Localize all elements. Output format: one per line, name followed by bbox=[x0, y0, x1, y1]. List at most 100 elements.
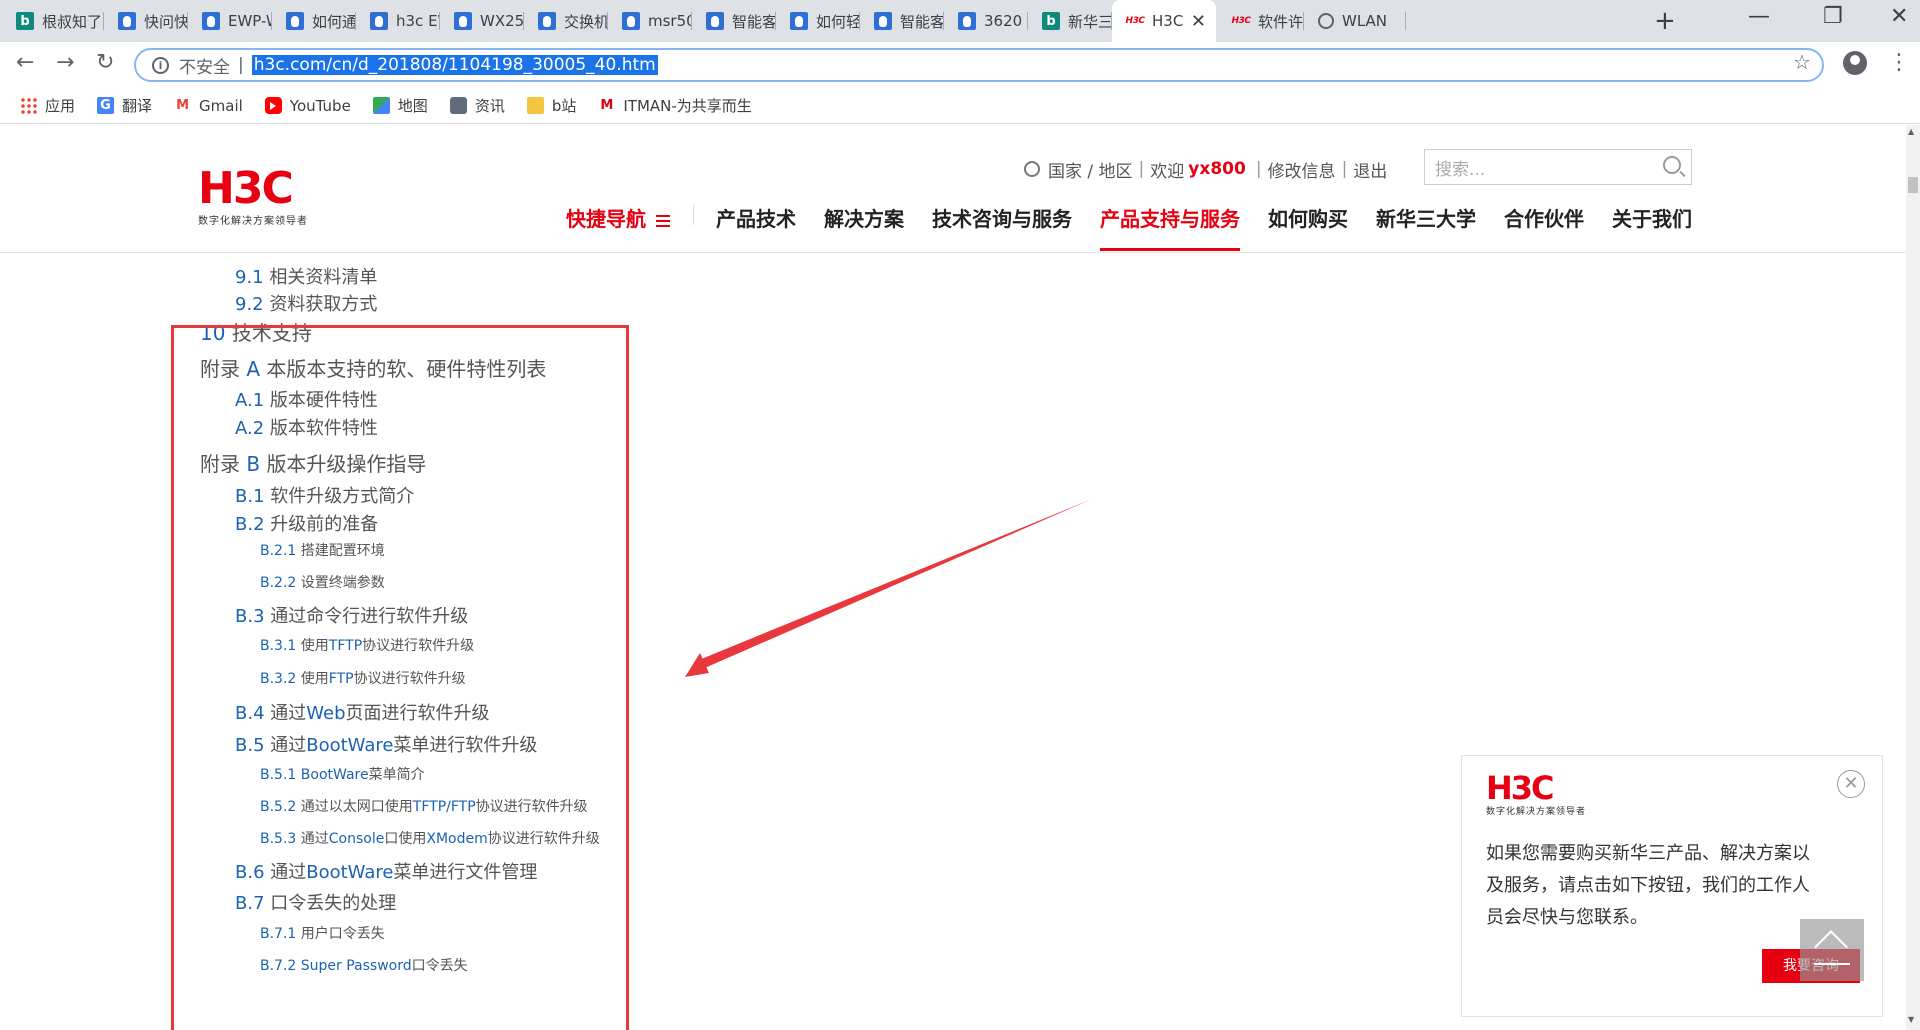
nav-item[interactable]: 产品支持与服务 bbox=[1100, 197, 1240, 251]
browser-tab[interactable]: H3C H3C ✕ bbox=[1112, 0, 1216, 42]
h3c-logo[interactable]: H3C 数字化解决方案领导者 bbox=[198, 163, 308, 228]
browser-tab[interactable]: msr50- bbox=[608, 0, 692, 42]
bookmark-label: 资讯 bbox=[474, 97, 505, 115]
account-avatar[interactable] bbox=[1843, 51, 1867, 75]
tab-title: 软件许可 bbox=[1258, 12, 1304, 31]
bookmark-item[interactable]: 资讯 bbox=[449, 95, 505, 116]
bookmark-label: YouTube bbox=[289, 96, 351, 115]
reload-button[interactable]: ↻ bbox=[96, 50, 114, 75]
nav-item[interactable]: 如何购买 bbox=[1268, 197, 1348, 251]
utility-divider: | bbox=[1138, 159, 1145, 179]
bookmark-item[interactable]: b站 bbox=[526, 95, 576, 116]
zhihu-icon bbox=[370, 12, 388, 30]
zhihu-icon bbox=[538, 12, 556, 30]
bookmark-label: 翻译 bbox=[122, 97, 153, 115]
nav-item[interactable]: 合作伙伴 bbox=[1504, 197, 1584, 251]
promo-close-icon[interactable]: ✕ bbox=[1837, 770, 1865, 798]
folder-icon bbox=[526, 97, 544, 114]
browser-tab[interactable]: 如何轻 bbox=[776, 0, 860, 42]
browser-tab[interactable]: WX254 bbox=[440, 0, 524, 42]
logo-mark: H3C bbox=[198, 163, 294, 214]
browser-tab[interactable]: H3C 软件许可 bbox=[1218, 0, 1304, 42]
nav-item-label: 关于我们 bbox=[1612, 207, 1692, 231]
scroll-down-icon[interactable]: ▼ bbox=[1908, 1015, 1914, 1024]
toc-number: 9.1 bbox=[235, 267, 270, 288]
tab-title: 如何轻 bbox=[816, 12, 860, 31]
address-bar[interactable]: i 不安全 | h3c.com/cn/d_201808/1104198_3000… bbox=[134, 48, 1824, 82]
tab-title: 智能客服 bbox=[900, 12, 944, 31]
address-separator: | bbox=[238, 55, 244, 75]
new-tab-button[interactable]: + bbox=[1654, 6, 1676, 36]
nav-item[interactable]: 新华三大学 bbox=[1376, 197, 1476, 251]
bookmark-item[interactable]: M ITMAN-为共享而生 bbox=[598, 95, 751, 116]
promo-logo-tagline: 数字化解决方案领导者 bbox=[1486, 807, 1587, 817]
quick-nav-menu[interactable]: 快捷导航 bbox=[566, 197, 694, 251]
tab-title: 智能客服 bbox=[732, 12, 776, 31]
menu-icon bbox=[656, 214, 670, 227]
browser-tab[interactable]: WLAN bbox=[1304, 0, 1406, 42]
bing-icon: b bbox=[16, 12, 34, 30]
url-text[interactable]: h3c.com/cn/d_201808/1104198_30005_40.htm bbox=[251, 55, 658, 75]
scroll-up-icon[interactable]: ▲ bbox=[1908, 127, 1914, 136]
bookmark-item[interactable]: M Gmail bbox=[174, 97, 243, 115]
tab-close-icon[interactable]: ✕ bbox=[1191, 11, 1206, 32]
nav-item-label: 技术咨询与服务 bbox=[932, 207, 1072, 231]
nav-item[interactable]: 解决方案 bbox=[824, 197, 904, 251]
security-label: 不安全 bbox=[179, 57, 230, 78]
browser-tab[interactable]: h3c EW bbox=[356, 0, 440, 42]
bookmark-label: 应用 bbox=[45, 97, 76, 115]
browser-tab[interactable]: 快问快答 bbox=[104, 0, 188, 42]
nav-item[interactable]: 产品技术 bbox=[716, 197, 796, 251]
tab-title: h3c EW bbox=[396, 12, 440, 30]
nav-item-label: 如何购买 bbox=[1268, 207, 1348, 231]
tab-title: 3620 v bbox=[984, 12, 1028, 30]
search-icon[interactable] bbox=[1663, 156, 1681, 174]
browser-tab[interactable]: 交换机 bbox=[524, 0, 608, 42]
h3c-icon: H3C bbox=[1125, 16, 1145, 26]
toc-link[interactable]: 9.2 资料获取方式 bbox=[235, 290, 377, 316]
browser-menu-icon[interactable]: ⋮ bbox=[1888, 50, 1910, 75]
news-icon bbox=[449, 97, 467, 114]
zhihu-icon bbox=[706, 12, 724, 30]
zhihu-icon bbox=[874, 12, 892, 30]
main-nav: 快捷导航 产品技术 解决方案 技术咨询与服务 产品支持与服务 如何购买 新华三大学 合作伙伴 关… bbox=[566, 197, 1720, 251]
browser-tab[interactable]: 如何通过 bbox=[272, 0, 356, 42]
bookmarks-bar: 应用 G 翻译 M Gmail YouTube 地图 资讯 b站 M ITMAN-为共享而生 bbox=[0, 88, 1920, 124]
browser-tab[interactable]: 3620 v bbox=[944, 0, 1028, 42]
back-button[interactable]: ← bbox=[16, 50, 34, 75]
tab-title: 新华三 bbox=[1068, 12, 1112, 31]
browser-tab[interactable]: 智能客服 bbox=[860, 0, 944, 42]
bookmark-item[interactable]: YouTube bbox=[264, 96, 351, 115]
scrollbar-thumb[interactable] bbox=[1908, 177, 1918, 193]
nav-item[interactable]: 技术咨询与服务 bbox=[932, 197, 1072, 251]
tab-title: EWP-W bbox=[228, 12, 272, 30]
page-scrollbar[interactable]: ▲ ▼ bbox=[1906, 125, 1920, 1030]
bookmark-item[interactable]: G 翻译 bbox=[97, 95, 152, 116]
back-to-top-button[interactable] bbox=[1800, 919, 1864, 981]
zhihu-icon bbox=[454, 12, 472, 30]
bookmark-item[interactable]: 地图 bbox=[372, 95, 428, 116]
logout-link[interactable]: 退出 bbox=[1353, 157, 1387, 182]
forward-button[interactable]: → bbox=[56, 50, 74, 75]
browser-toolbar: ← → ↻ i 不安全 | h3c.com/cn/d_201808/110419… bbox=[0, 42, 1920, 88]
site-search-input[interactable]: 搜索... bbox=[1424, 149, 1692, 185]
welcome-text: 欢迎 bbox=[1150, 161, 1185, 182]
browser-tab[interactable]: EWP-W bbox=[188, 0, 272, 42]
minimize-button[interactable]: — bbox=[1748, 4, 1770, 29]
browser-tab[interactable]: b 根叔知了 bbox=[2, 0, 104, 42]
maximize-button[interactable]: ❐ bbox=[1823, 4, 1843, 29]
site-info-icon[interactable]: i bbox=[152, 56, 169, 74]
region-link[interactable]: 国家 / 地区 bbox=[1048, 157, 1133, 182]
toc-number: 9.2 bbox=[235, 294, 270, 315]
promo-logo: H3C 数字化解决方案领导者 bbox=[1486, 772, 1586, 817]
username-link[interactable]: yx800 bbox=[1188, 159, 1246, 179]
nav-item[interactable]: 关于我们 bbox=[1612, 197, 1692, 251]
bookmark-item[interactable]: 应用 bbox=[20, 95, 75, 116]
browser-tab[interactable]: 智能客服 bbox=[692, 0, 776, 42]
gmail-icon: M bbox=[176, 98, 189, 113]
bookmark-star-icon[interactable]: ☆ bbox=[1793, 50, 1811, 74]
edit-profile-link[interactable]: 修改信息 bbox=[1268, 157, 1336, 182]
browser-tab[interactable]: b 新华三 bbox=[1028, 0, 1112, 42]
toc-link[interactable]: 9.1 相关资料清单 bbox=[235, 263, 377, 289]
close-window-button[interactable]: ✕ bbox=[1890, 4, 1908, 29]
